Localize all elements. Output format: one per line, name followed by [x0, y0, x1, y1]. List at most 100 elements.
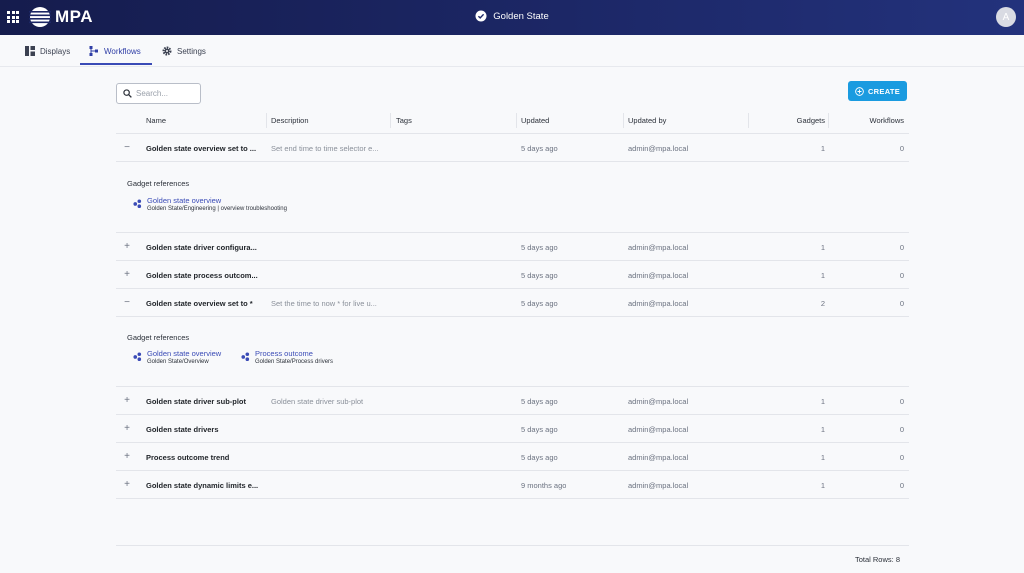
row-updated-by: admin@mpa.local — [628, 243, 689, 252]
table-row[interactable]: − Golden state overview set to ... Set e… — [116, 134, 909, 162]
row-name: Golden state driver configura... — [146, 243, 257, 252]
active-tab-indicator — [80, 63, 152, 65]
tab-bar: Displays Workflows Settings — [0, 35, 1024, 67]
row-updated-by: admin@mpa.local — [628, 397, 689, 406]
row-updated: 5 days ago — [521, 271, 558, 280]
search-input[interactable] — [136, 89, 196, 98]
column-header-updated[interactable]: Updated — [521, 116, 549, 125]
row-updated: 5 days ago — [521, 243, 558, 252]
tab-workflows-label: Workflows — [104, 47, 141, 56]
top-bar: MPA Golden State A — [0, 0, 1024, 35]
user-avatar[interactable]: A — [996, 7, 1016, 27]
row-gadgets: 1 — [820, 425, 825, 434]
table-row[interactable]: + Golden state dynamic limits e... 9 mon… — [116, 471, 909, 499]
row-updated-by: admin@mpa.local — [628, 271, 689, 280]
verified-badge-icon — [475, 10, 487, 22]
row-gadgets: 1 — [820, 453, 825, 462]
row-description: Set end time to time selector e... — [271, 144, 379, 153]
row-gadgets: 1 — [820, 243, 825, 252]
gear-icon — [162, 46, 172, 56]
row-workflows: 0 — [899, 481, 904, 490]
gadget-reference-link[interactable]: Process outcome — [255, 349, 333, 358]
column-header-tags[interactable]: Tags — [396, 116, 412, 125]
column-separator — [828, 113, 829, 128]
row-workflows: 0 — [899, 425, 904, 434]
row-details: Gadget references Golden state overview … — [116, 317, 909, 387]
table-row[interactable]: + Golden state driver configura... 5 day… — [116, 233, 909, 261]
gadget-icon — [133, 199, 142, 208]
gadget-reference-link[interactable]: Golden state overview — [147, 349, 221, 358]
project-title: Golden State — [0, 10, 1024, 22]
tab-settings[interactable]: Settings — [162, 46, 206, 67]
expand-icon[interactable]: + — [122, 452, 132, 462]
column-header-name[interactable]: Name — [146, 116, 166, 125]
row-gadgets: 1 — [820, 144, 825, 153]
collapse-icon[interactable]: − — [122, 298, 132, 308]
table-row[interactable]: − Golden state overview set to * Set the… — [116, 289, 909, 317]
create-button[interactable]: CREATE — [848, 81, 907, 101]
row-workflows: 0 — [899, 271, 904, 280]
row-description: Golden state driver sub-plot — [271, 397, 364, 406]
column-separator — [266, 113, 267, 128]
row-updated-by: admin@mpa.local — [628, 144, 689, 153]
row-name: Golden state driver sub-plot — [146, 397, 247, 406]
tab-displays-label: Displays — [40, 47, 71, 56]
project-title-text: Golden State — [493, 10, 549, 22]
column-header-gadgets[interactable]: Gadgets — [797, 116, 825, 125]
gadget-reference: Golden state overview Golden State/Overv… — [133, 349, 221, 365]
gadget-reference-link[interactable]: Golden state overview — [147, 196, 287, 205]
row-description: Set the time to now * for live u... — [271, 299, 377, 308]
add-circle-icon — [855, 86, 864, 96]
row-workflows: 0 — [899, 453, 904, 462]
table-row[interactable]: + Process outcome trend 5 days ago admin… — [116, 443, 909, 471]
row-name: Golden state drivers — [146, 425, 219, 434]
row-workflows: 0 — [899, 299, 904, 308]
table-row[interactable]: + Golden state drivers 5 days ago admin@… — [116, 415, 909, 443]
column-separator — [516, 113, 517, 128]
column-header-updated-by[interactable]: Updated by — [628, 116, 666, 125]
table-header: Name Description Tags Updated Updated by… — [116, 108, 909, 134]
column-separator — [390, 113, 391, 128]
expand-icon[interactable]: + — [122, 396, 132, 406]
total-rows: Total Rows: 8 — [854, 555, 900, 564]
create-button-label: CREATE — [867, 86, 901, 96]
row-name: Process outcome trend — [146, 453, 230, 462]
row-gadgets: 1 — [820, 481, 825, 490]
gadget-reference-path: Golden State/Engineering | overview trou… — [147, 206, 287, 212]
row-updated: 5 days ago — [521, 397, 558, 406]
row-workflows: 0 — [899, 243, 904, 252]
row-updated: 5 days ago — [521, 453, 558, 462]
row-updated: 5 days ago — [521, 425, 558, 434]
row-gadgets: 2 — [820, 299, 825, 308]
gadget-reference-path: Golden State/Process drivers — [255, 359, 334, 365]
table-row[interactable]: + Golden state driver sub-plot Golden st… — [116, 387, 909, 415]
tab-displays[interactable]: Displays — [25, 46, 71, 67]
row-name: Golden state process outcom... — [146, 271, 258, 280]
row-gadgets: 1 — [820, 271, 825, 280]
gadget-references-title: Gadget references — [127, 333, 190, 342]
expand-icon[interactable]: + — [122, 480, 132, 490]
row-updated: 5 days ago — [521, 299, 558, 308]
collapse-icon[interactable]: − — [122, 143, 132, 153]
expand-icon[interactable]: + — [122, 424, 132, 434]
column-header-description[interactable]: Description — [271, 116, 309, 125]
search-box[interactable] — [116, 83, 201, 104]
row-updated: 9 months ago — [521, 481, 567, 490]
column-separator — [623, 113, 624, 128]
row-updated-by: admin@mpa.local — [628, 299, 689, 308]
gadget-icon — [241, 352, 250, 361]
row-updated-by: admin@mpa.local — [628, 453, 689, 462]
expand-icon[interactable]: + — [122, 270, 132, 280]
column-header-workflows[interactable]: Workflows — [870, 116, 904, 125]
gadget-reference: Process outcome Golden State/Process dri… — [241, 349, 333, 365]
row-details: Gadget references Golden state overview … — [116, 162, 909, 233]
workflows-table: Name Description Tags Updated Updated by… — [116, 108, 909, 499]
table-row[interactable]: + Golden state process outcom... 5 days … — [116, 261, 909, 289]
gadget-reference-path: Golden State/Overview — [147, 359, 209, 365]
row-workflows: 0 — [899, 397, 904, 406]
dashboard-icon — [25, 46, 35, 56]
tabs-divider — [0, 66, 1024, 67]
column-separator — [748, 113, 749, 128]
expand-icon[interactable]: + — [122, 242, 132, 252]
gadget-references-title: Gadget references — [127, 179, 190, 188]
